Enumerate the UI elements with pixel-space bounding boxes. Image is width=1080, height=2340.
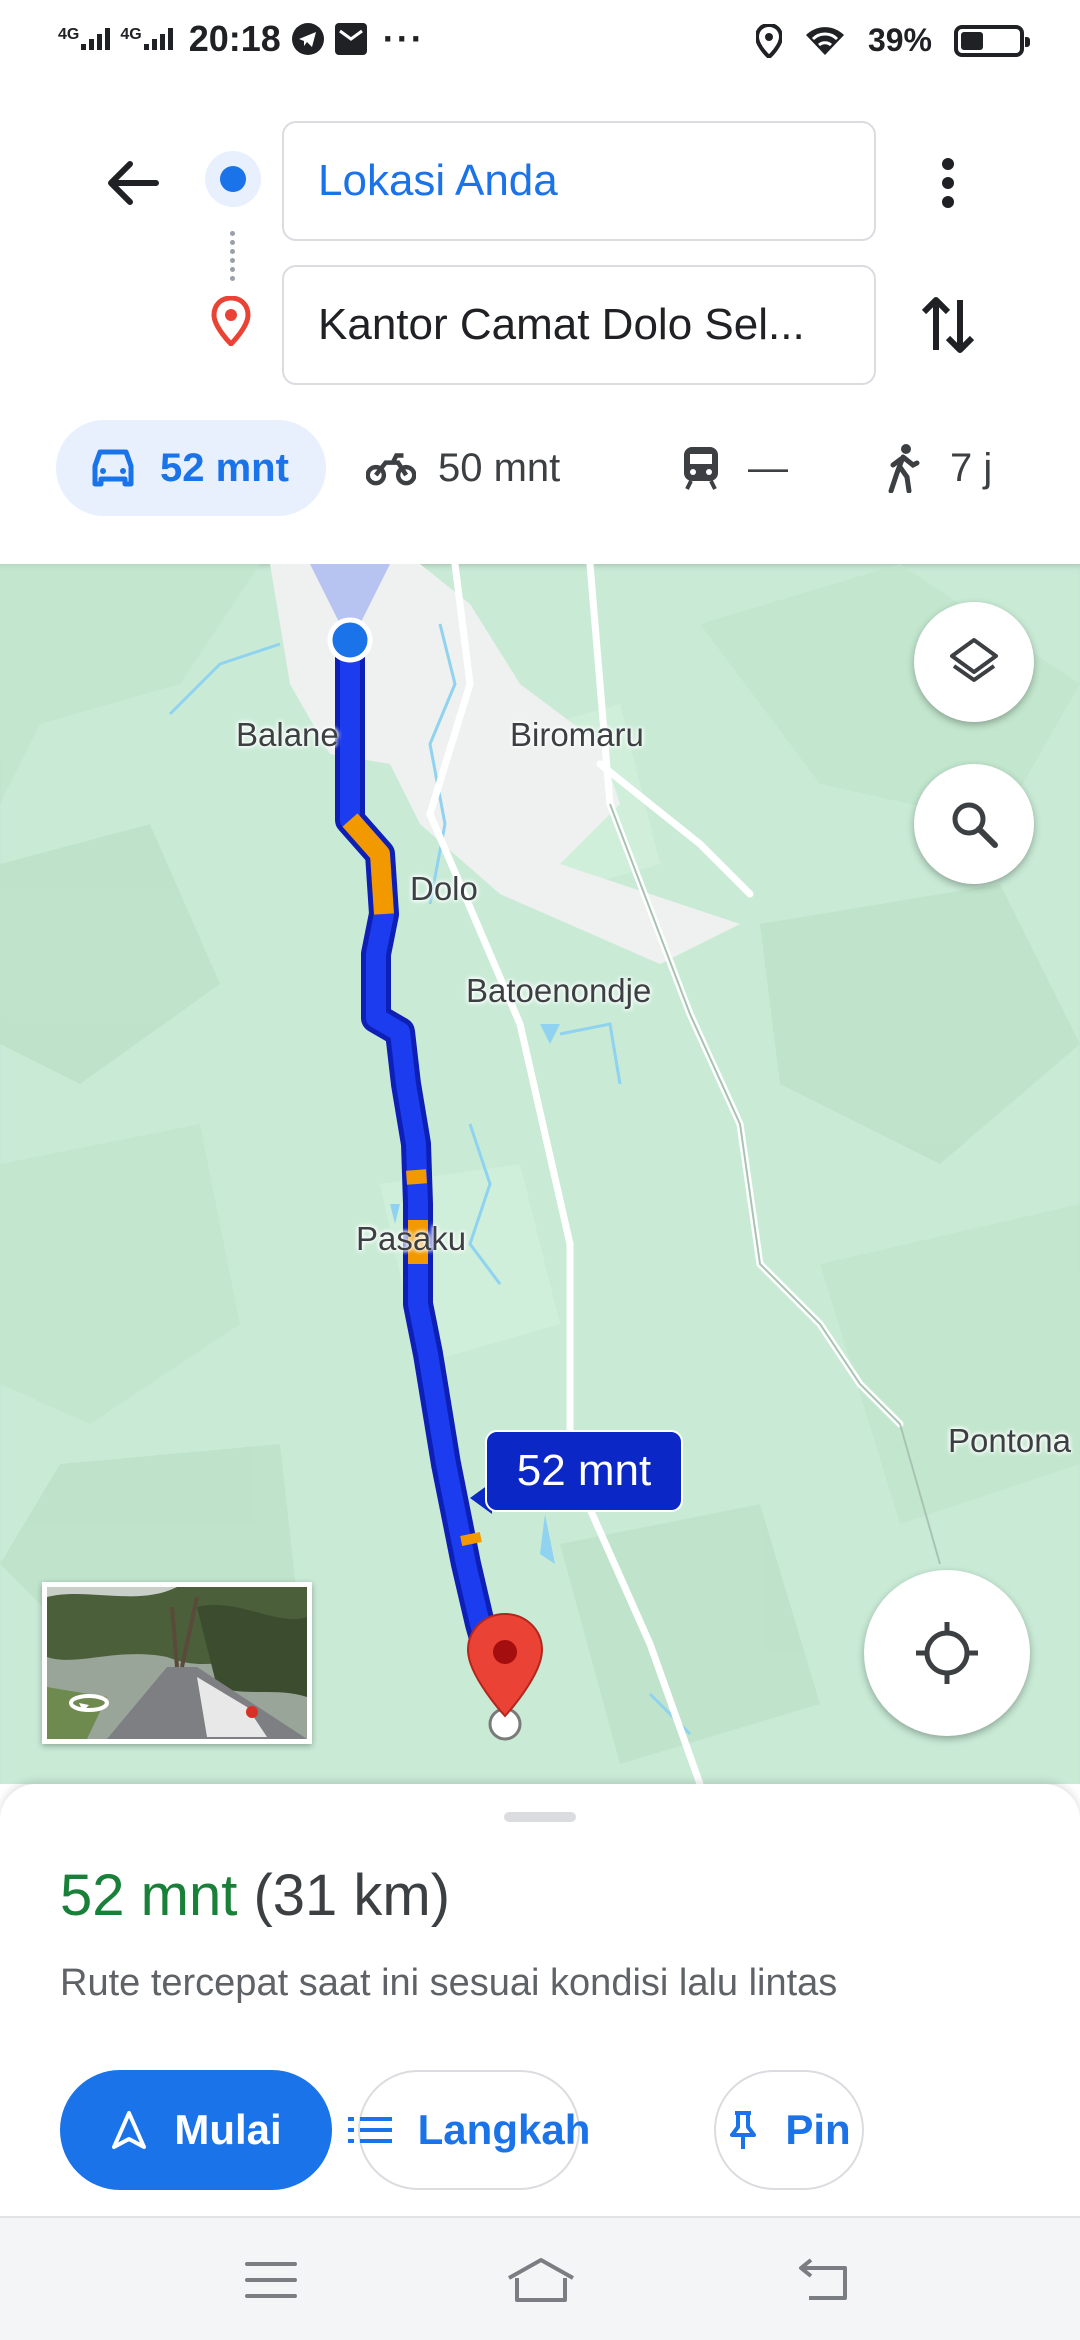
layers-button[interactable] [914, 602, 1034, 722]
directions-header: Lokasi Anda Kantor Camat Dolo Sel... 52 … [0, 86, 1080, 564]
map-view[interactable]: Balane Biromaru Dolo Batoenondje Pasaku … [0, 564, 1080, 1784]
search-icon [952, 802, 998, 848]
more-vert-icon [942, 158, 954, 208]
travel-mode-bar: 52 mnt 50 mnt — 7 j [56, 420, 1036, 516]
arrow-back-icon [108, 161, 159, 205]
steps-button[interactable]: Langkah [347, 2070, 590, 2190]
start-button-label: Mulai [174, 2106, 282, 2153]
destination-marker-icon [466, 1612, 544, 1718]
signal-bars-icon [81, 28, 111, 50]
steps-button-label: Langkah [417, 2106, 591, 2153]
traffic-slow-segment [460, 1532, 482, 1546]
home-icon [508, 2258, 574, 2302]
layers-icon [950, 638, 998, 682]
nav-menu-button[interactable] [226, 2248, 316, 2312]
telegram-icon [291, 23, 324, 55]
street-view-thumbnail[interactable] [42, 1582, 312, 1744]
destination-pin-icon [211, 296, 251, 346]
signal-2: 4G [120, 26, 173, 50]
map-label-batoenondje: Batoenondje [466, 972, 652, 1009]
list-icon [347, 2115, 392, 2145]
mode-walking-label: 7 j [950, 445, 993, 490]
signal-1: 4G [58, 26, 111, 50]
map-label-biromaru: Biromaru [510, 716, 644, 753]
back-icon [799, 2258, 847, 2300]
swap-vert-icon [921, 297, 975, 353]
mode-motorcycle-label: 50 mnt [438, 445, 561, 490]
battery-fill [961, 31, 983, 50]
current-location-dot [327, 617, 373, 663]
mail-icon [334, 23, 367, 55]
route-duration: 52 mnt [60, 1863, 238, 1928]
clock: 20:18 [188, 18, 281, 59]
route-distance: (31 km) [253, 1863, 451, 1928]
walk-icon [878, 443, 928, 493]
route-connector [230, 231, 235, 281]
status-bar: 4G 4G 20:18 ··· 39% [0, 0, 1080, 86]
pushpin-icon [727, 2109, 759, 2151]
network-type-2: 4G [120, 26, 142, 43]
more-options-button[interactable] [920, 148, 976, 218]
car-icon [88, 443, 138, 493]
back-button[interactable] [98, 148, 168, 218]
more-notifications: ··· [382, 18, 425, 59]
mode-driving[interactable]: 52 mnt [56, 420, 326, 516]
nav-back-button[interactable] [778, 2248, 868, 2312]
location-icon [755, 23, 782, 58]
route-summary-sheet[interactable]: 52 mnt (31 km) Rute tercepat saat ini se… [0, 1784, 1080, 2216]
nav-home-button[interactable] [496, 2248, 586, 2312]
status-right: 39% [755, 22, 1030, 59]
transit-icon [676, 443, 726, 493]
signal-bars-icon [143, 28, 173, 50]
map-label-balane: Balane [236, 716, 339, 753]
search-along-route-button[interactable] [914, 764, 1034, 884]
map-label-pasaku: Pasaku [356, 1220, 467, 1257]
origin-dot-icon [205, 151, 261, 207]
mode-walking[interactable]: 7 j [878, 420, 992, 516]
pin-button[interactable]: Pin [714, 2070, 864, 2190]
traffic-slow-segment [406, 1169, 427, 1185]
map-label-pontona: Pontona [948, 1422, 1071, 1459]
mode-transit[interactable]: — [676, 420, 788, 516]
wifi-icon [805, 26, 844, 55]
mode-driving-label: 52 mnt [160, 445, 289, 490]
pin-button-label: Pin [785, 2106, 851, 2153]
crosshair-icon [916, 1622, 978, 1684]
mode-motorcycle[interactable]: 50 mnt [366, 420, 560, 516]
navigation-arrow-icon [110, 2110, 148, 2150]
network-type-1: 4G [58, 26, 80, 43]
origin-field[interactable]: Lokasi Anda [282, 121, 876, 241]
destination-field[interactable]: Kantor Camat Dolo Sel... [282, 265, 876, 385]
battery-icon [954, 24, 1030, 57]
start-button[interactable]: Mulai [60, 2070, 332, 2190]
route-description: Rute tercepat saat ini sesuai kondisi la… [60, 1962, 838, 2004]
eta-bubble[interactable]: 52 mnt [485, 1430, 683, 1512]
sheet-drag-handle[interactable] [504, 1812, 576, 1822]
route-summary: 52 mnt (31 km) [60, 1862, 450, 1929]
battery-percent: 39% [867, 22, 932, 58]
menu-icon [245, 2262, 297, 2298]
swap-button[interactable] [916, 290, 980, 360]
motorcycle-icon [366, 443, 416, 493]
map-label-dolo: Dolo [410, 870, 478, 907]
system-nav-bar [0, 2216, 1080, 2340]
my-location-button[interactable] [864, 1570, 1030, 1736]
status-left: 4G 4G 20:18 ··· [58, 18, 425, 60]
rotate-360-icon [69, 1694, 109, 1712]
mode-transit-label: — [748, 445, 788, 490]
